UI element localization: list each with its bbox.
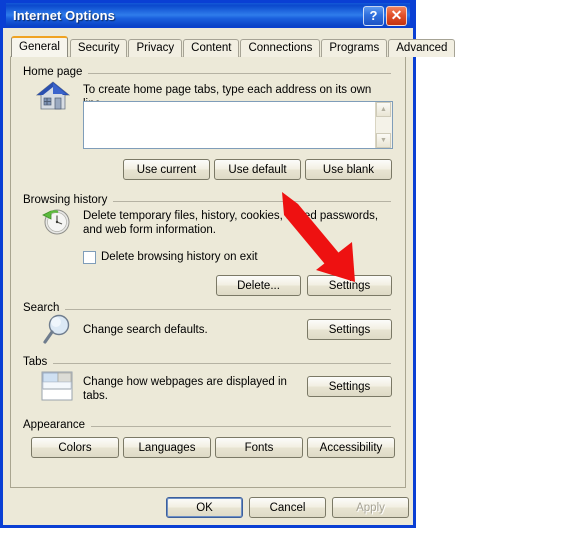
use-current-button[interactable]: Use current bbox=[123, 159, 210, 180]
group-divider bbox=[88, 72, 391, 74]
dialog-button-row: OK Cancel Apply bbox=[3, 495, 413, 523]
appearance-legend: Appearance bbox=[23, 419, 86, 432]
home-page-group: Home page bbox=[11, 67, 405, 79]
search-settings-button[interactable]: Settings bbox=[307, 319, 392, 340]
tab-programs[interactable]: Programs bbox=[321, 39, 388, 57]
tab-advanced[interactable]: Advanced bbox=[388, 39, 456, 57]
tab-security[interactable]: Security bbox=[69, 39, 128, 57]
browsing-history-legend: Browsing history bbox=[23, 194, 108, 207]
tab-connections[interactable]: Connections bbox=[240, 39, 321, 57]
appearance-group: Appearance bbox=[11, 420, 405, 432]
tabs-description-line2: tabs. bbox=[83, 390, 108, 402]
general-tab-page: Home page To create home page tabs, type… bbox=[10, 56, 406, 488]
home-page-input-wrapper: ▲ ▼ bbox=[83, 101, 393, 149]
scroll-up-icon[interactable]: ▲ bbox=[376, 102, 391, 117]
home-page-textarea[interactable] bbox=[84, 102, 375, 148]
browsing-history-group: Browsing history bbox=[11, 195, 405, 207]
cancel-button[interactable]: Cancel bbox=[249, 497, 326, 518]
use-blank-button[interactable]: Use blank bbox=[305, 159, 392, 180]
magnifier-icon bbox=[37, 313, 77, 349]
tabs-group: Tabs bbox=[11, 357, 405, 369]
tab-content[interactable]: Content bbox=[183, 39, 240, 57]
tabs-description-line1: Change how webpages are displayed in bbox=[83, 376, 287, 388]
colors-button[interactable]: Colors bbox=[31, 437, 119, 458]
group-divider bbox=[91, 425, 391, 427]
appearance-legend-row: Appearance bbox=[11, 420, 405, 432]
tab-strip: General Security Privacy Content Connect… bbox=[11, 36, 456, 57]
tab-privacy[interactable]: Privacy bbox=[128, 39, 183, 57]
tabs-legend: Tabs bbox=[23, 356, 48, 369]
group-divider bbox=[113, 200, 391, 202]
apply-button: Apply bbox=[332, 497, 409, 518]
delete-browsing-history-on-exit-row[interactable]: Delete browsing history on exit bbox=[83, 251, 258, 264]
browsing-history-description-line2: and web form information. bbox=[83, 224, 216, 236]
house-icon bbox=[33, 79, 73, 117]
delete-button[interactable]: Delete... bbox=[216, 275, 301, 296]
delete-browsing-history-label: Delete browsing history on exit bbox=[101, 250, 258, 263]
ok-button[interactable]: OK bbox=[166, 497, 243, 518]
scroll-down-icon[interactable]: ▼ bbox=[376, 133, 391, 148]
fonts-button[interactable]: Fonts bbox=[215, 437, 303, 458]
browsing-history-legend-row: Browsing history bbox=[11, 195, 405, 207]
languages-button[interactable]: Languages bbox=[123, 437, 211, 458]
group-divider bbox=[65, 308, 391, 310]
close-icon[interactable]: ✕ bbox=[386, 5, 407, 26]
tab-general[interactable]: General bbox=[11, 36, 68, 57]
home-page-scrollbar[interactable]: ▲ ▼ bbox=[375, 102, 392, 148]
browsing-history-description: Delete temporary files, history, cookies… bbox=[83, 209, 393, 237]
group-divider bbox=[53, 362, 391, 364]
browsing-history-settings-button[interactable]: Settings bbox=[307, 275, 392, 296]
internet-options-dialog: Internet Options ? ✕ General Security Pr… bbox=[0, 0, 456, 528]
delete-browsing-history-checkbox[interactable] bbox=[83, 251, 96, 264]
tabs-window-icon bbox=[37, 370, 77, 404]
window-title: Internet Options bbox=[13, 8, 115, 23]
accessibility-button[interactable]: Accessibility bbox=[307, 437, 395, 458]
tabs-settings-button[interactable]: Settings bbox=[307, 376, 392, 397]
tabs-legend-row: Tabs bbox=[11, 357, 405, 369]
use-default-button[interactable]: Use default bbox=[214, 159, 301, 180]
home-page-legend-row: Home page bbox=[11, 67, 405, 79]
clock-history-icon bbox=[35, 207, 75, 241]
search-description: Change search defaults. bbox=[83, 324, 208, 336]
title-bar: Internet Options ? ✕ bbox=[3, 0, 413, 28]
help-icon[interactable]: ? bbox=[363, 5, 384, 26]
browsing-history-description-line1: Delete temporary files, history, cookies… bbox=[83, 210, 379, 222]
home-page-legend: Home page bbox=[23, 66, 83, 79]
tabs-description: Change how webpages are displayed in tab… bbox=[83, 375, 298, 403]
